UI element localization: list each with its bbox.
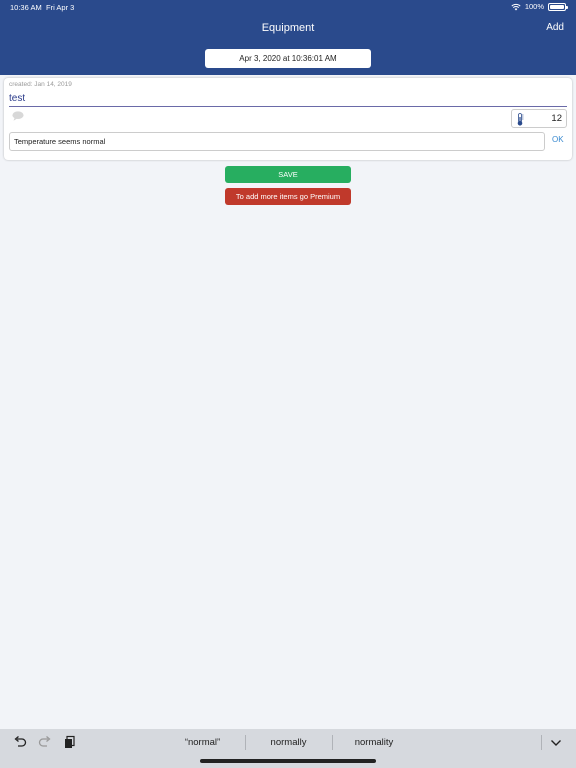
status-time: 10:36 AM [10,3,42,12]
suggestion-divider [541,735,542,750]
comment-icon[interactable] [12,111,24,121]
temperature-value: 12 [551,113,562,124]
suggestion-2[interactable]: normally [245,737,332,748]
item-card: created: Jan 14, 2019 12 OK [4,78,572,160]
redo-icon[interactable] [38,735,52,749]
wifi-icon [511,3,521,10]
add-button[interactable]: Add [546,22,564,33]
home-indicator [200,759,376,763]
note-input[interactable] [9,132,545,151]
header-bar: 10:36 AM Fri Apr 3 100% Equipment Add Ap… [0,0,576,75]
temperature-field[interactable]: 12 [511,109,567,128]
page-title: Equipment [261,22,315,34]
status-right: 100% [511,2,568,11]
premium-button[interactable]: To add more items go Premium [225,188,351,205]
suggestion-1[interactable]: “normal” [150,737,255,748]
battery-percent: 100% [524,2,544,11]
status-date: Fri Apr 3 [46,3,75,12]
ok-button[interactable]: OK [552,135,564,144]
created-date: created: Jan 14, 2019 [9,81,72,88]
thermometer-icon [517,113,524,126]
date-picker-button[interactable]: Apr 3, 2020 at 10:36:01 AM [205,49,371,68]
item-name-input[interactable] [9,90,567,107]
suggestion-3[interactable]: normality [332,737,416,748]
undo-icon[interactable] [13,735,27,749]
battery-icon [548,2,568,11]
dismiss-keyboard-icon[interactable] [549,736,563,750]
paste-icon[interactable] [63,735,77,749]
save-button[interactable]: SAVE [225,166,351,183]
